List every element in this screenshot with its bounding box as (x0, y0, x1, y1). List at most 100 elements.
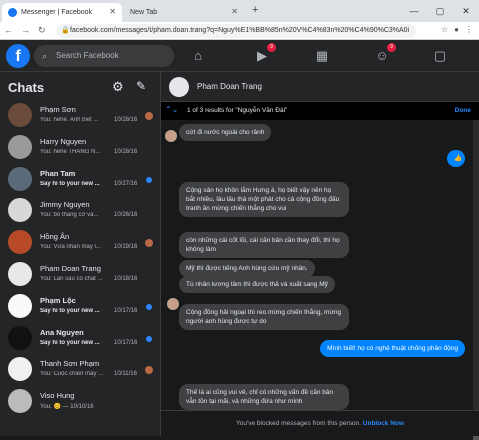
chat-name: Viso Hung (40, 391, 75, 401)
list-item[interactable]: Jimmy Nguyen You: bỏ thằng cờ và... 10/26/… (0, 195, 160, 227)
chat-preview: You: Lần sau có chat ... (40, 275, 103, 282)
groups-icon[interactable]: ☺ 9 (372, 43, 396, 66)
conversation-name[interactable]: Pham Doan Trang (197, 82, 262, 91)
facebook-top-bar: f ⌕ Search Facebook ⌂ ▶ 9 ▦ ☺ 9 ▢ (0, 40, 479, 72)
url-input[interactable]: 🔒 facebook.com/messages/t/pham.doan.tran… (56, 24, 416, 38)
star-icon[interactable]: ☆ (441, 25, 448, 34)
avatar (165, 130, 177, 142)
blocked-notice: You've blocked messages from this person… (161, 410, 479, 436)
chat-preview: Say hi to your new ... (40, 180, 100, 187)
reload-icon[interactable]: ↻ (38, 25, 46, 36)
chat-name: Ana Nguyen (40, 327, 84, 337)
scrollbar[interactable] (473, 120, 479, 440)
avatar (8, 134, 32, 159)
chat-date: 10/11/16 (114, 371, 137, 378)
watch-icon[interactable]: ▶ 9 (252, 43, 276, 66)
chevron-up-down-icon[interactable]: ⌃⌄ (165, 105, 178, 114)
chat-name: Phạm Sơn (40, 105, 76, 114)
list-item[interactable]: Ana Nguyen Say hi to your new ... 10/17/16 (0, 323, 160, 355)
their-message-bubble: Mỹ thì được tiếng Anh hùng cứu mỹ nhân. (179, 260, 315, 277)
list-item[interactable]: Phạm Lộc Say hi to your new ... 10/17/16 (0, 291, 160, 323)
chat-name: Pham Doan Trang (40, 263, 101, 273)
chat-preview: You: hehe THẰNG N... (40, 148, 101, 155)
my-message-bubble: 👍 (447, 150, 465, 167)
forward-icon[interactable]: → (21, 25, 30, 36)
blocked-text: You've blocked messages from this person… (236, 420, 361, 427)
close-tab-icon[interactable]: ✕ (231, 7, 238, 16)
seen-avatar-icon (145, 366, 153, 375)
conversation-panel: Pham Doan Trang ⌃⌄ 1 of 3 results for "N… (161, 72, 479, 440)
search-input[interactable]: ⌕ Search Facebook (34, 45, 174, 67)
list-item[interactable]: Phan Tam Say hi to your new ... 10/27/16 (0, 164, 160, 196)
avatar (8, 198, 32, 223)
avatar (8, 166, 32, 191)
chat-name: Thanh Sơn Phạm (40, 359, 100, 369)
conversation-header: Pham Doan Trang (161, 72, 479, 102)
close-tab-icon[interactable]: ✕ (109, 7, 116, 16)
unread-dot-icon (146, 335, 152, 342)
compose-icon[interactable]: ✎ (136, 79, 146, 93)
avatar (167, 298, 179, 310)
new-tab-button[interactable]: + (252, 4, 258, 16)
back-icon[interactable]: ← (4, 25, 13, 36)
chat-date: 10/28/16 (114, 148, 138, 155)
menu-icon[interactable]: ⋮ (465, 25, 473, 34)
chat-date: 10/27/16 (114, 180, 138, 187)
avatar (8, 261, 32, 286)
avatar (8, 325, 32, 350)
maximize-button[interactable]: ▢ (427, 0, 453, 22)
chat-preview: You: 😊 — 10/10/16 (40, 404, 94, 411)
gaming-icon[interactable]: ▢ (430, 46, 450, 66)
tab-title: Messenger | Facebook (21, 9, 93, 16)
chat-date: 10/17/16 (114, 339, 138, 346)
list-item[interactable]: Phạm Sơn You: hehe. Anh biết ... 10/28/16 (0, 100, 160, 132)
home-icon[interactable]: ⌂ (188, 46, 208, 66)
list-item[interactable]: Viso Hung You: 😊 — 10/10/16 (0, 386, 160, 418)
search-result-count: 1 of 3 results for "Nguyễn Văn Đài" (187, 107, 288, 114)
chat-name: Phạm Lộc (40, 295, 76, 305)
gear-icon[interactable]: ⚙ (112, 79, 124, 95)
profile-icon[interactable]: ● (454, 25, 459, 34)
message-list: cứt đi nước ngoài cho rảnh 👍 Cộng sản họ k… (161, 120, 479, 410)
avatar (8, 389, 32, 414)
list-item[interactable]: Thanh Sơn Phạm You: Cuộc chiến mấy ... 10/… (0, 354, 160, 386)
unread-dot-icon (146, 303, 152, 310)
chat-list: Phạm Sơn You: hehe. Anh biết ... 10/28/16 H… (0, 100, 160, 418)
chat-name: Hồng Ân (40, 232, 70, 242)
facebook-logo-icon[interactable]: f (6, 44, 30, 68)
their-message-bubble: cứt đi nước ngoài cho rảnh (179, 124, 272, 141)
lock-icon: 🔒 (61, 27, 70, 34)
chats-sidebar: Chats ⚙ ✎ Phạm Sơn You: hehe. Anh biết ..… (0, 72, 161, 436)
watch-badge: 9 (267, 43, 276, 52)
minimize-button[interactable]: — (401, 0, 427, 22)
their-message-bubble: Thế là ai cũng vui vẻ, chỉ có những vấn … (179, 384, 349, 410)
chat-preview: Say hi to your new ... (40, 307, 100, 314)
unread-dot-icon (146, 176, 152, 183)
list-item[interactable]: Harry Nguyen You: hehe THẰNG N... 10/28/16 (0, 132, 160, 164)
avatar (8, 103, 32, 127)
browser-tab-bar: Messenger | Facebook ✕ New Tab ✕ + — ▢ ✕ (0, 0, 479, 22)
in-conversation-search-bar: ⌃⌄ 1 of 3 results for "Nguyễn Văn Đài" D… (161, 102, 479, 120)
chat-preview: You: Cuộc chiến mấy ... (40, 371, 104, 378)
chat-preview: Say hi to your new ... (40, 339, 100, 346)
chat-name: Jimmy Nguyen (40, 200, 90, 210)
search-placeholder: Search Facebook (56, 51, 119, 60)
their-message-bubble: còn những cái cốt lõi, cái căn bản cần t… (179, 232, 349, 258)
avatar[interactable] (169, 77, 189, 97)
list-item[interactable]: Hồng Ân You: Vừa nhắn mấy l... 10/19/16 (0, 227, 160, 259)
chat-date: 10/28/16 (114, 117, 138, 123)
list-item[interactable]: Pham Doan Trang You: Lần sau có chat ... 1… (0, 259, 160, 291)
seen-avatar-icon (145, 112, 153, 120)
tab-messenger[interactable]: Messenger | Facebook ✕ (2, 3, 122, 22)
their-message-bubble: Tù nhân lương tâm thì được thả và xuất s… (179, 276, 335, 293)
marketplace-icon[interactable]: ▦ (312, 46, 332, 66)
unblock-button[interactable]: Unblock Now (363, 420, 404, 427)
search-icon: ⌕ (42, 51, 48, 61)
close-window-button[interactable]: ✕ (453, 0, 479, 22)
nav-buttons: ← → ↻ (4, 25, 46, 36)
tab-new-tab[interactable]: New Tab ✕ (124, 3, 244, 22)
chat-name: Harry Nguyen (40, 136, 87, 146)
done-button[interactable]: Done (455, 107, 471, 114)
chat-date: 10/18/16 (114, 275, 138, 282)
their-message-bubble: Cộng sản họ khôn lắm Hưng à, họ biết vậy… (179, 182, 349, 217)
